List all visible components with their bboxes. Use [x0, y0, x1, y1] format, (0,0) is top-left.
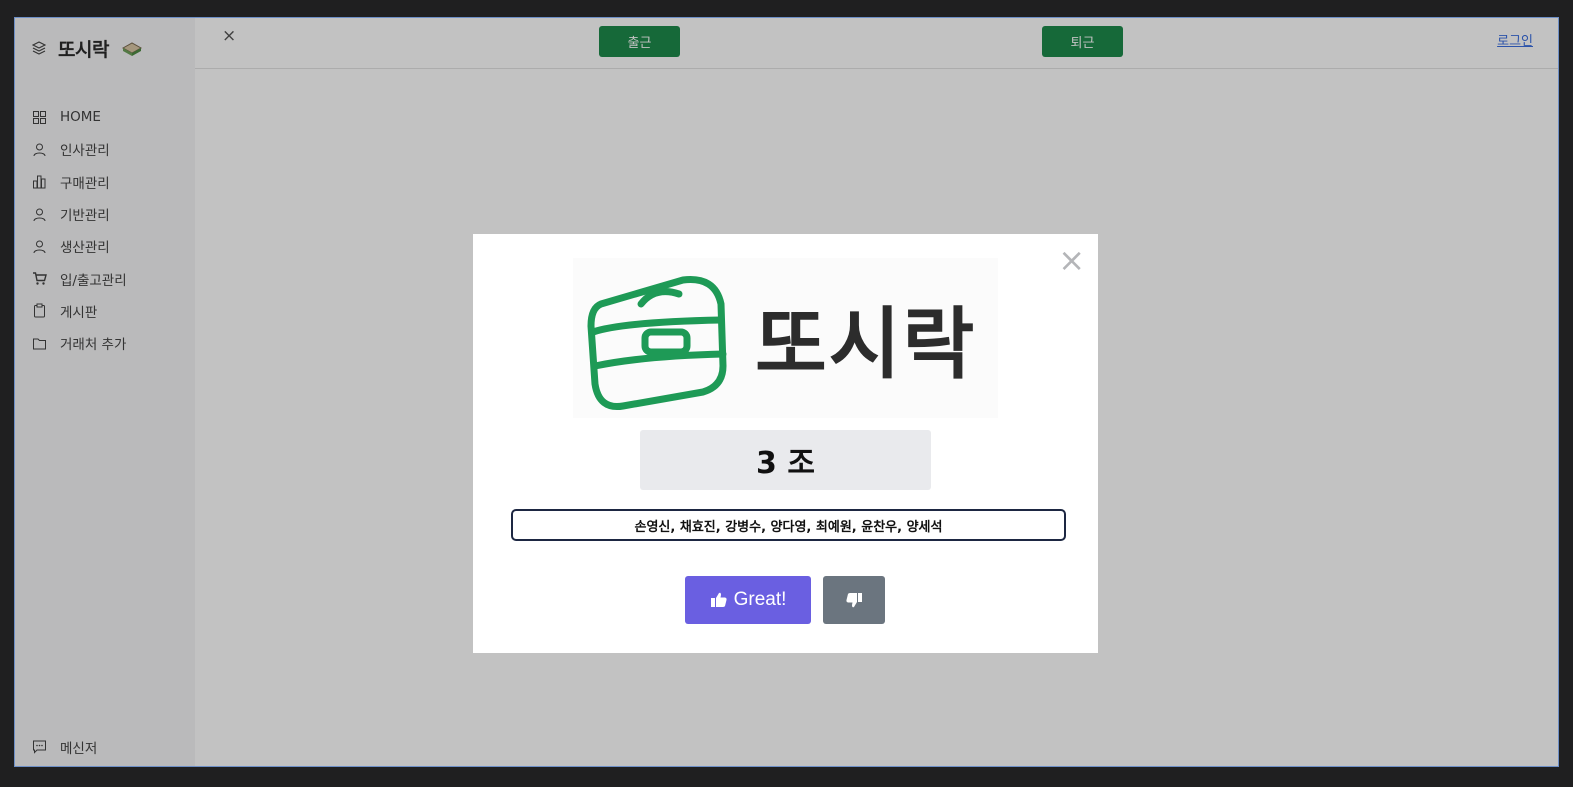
- modal-close-icon[interactable]: ×: [1058, 244, 1085, 276]
- team-label: 3 조: [640, 430, 931, 490]
- great-button[interactable]: Great!: [685, 576, 811, 624]
- dislike-button[interactable]: [823, 576, 885, 624]
- logo-banner: 또시락: [573, 258, 998, 418]
- great-button-label: Great!: [733, 589, 787, 610]
- logo-text: 또시락: [755, 300, 977, 390]
- team-members: 손영신, 채효진, 강병수, 양다영, 최예원, 윤찬우, 양세석: [511, 509, 1066, 541]
- thumbs-up-icon: [710, 592, 727, 607]
- lunchbox-logo-icon: [587, 276, 727, 411]
- team-modal: × 또시락 3 조 손영신, 채효진, 강병수, 양다영, 최예원, 윤찬우, …: [473, 234, 1098, 653]
- thumbs-down-icon: [846, 593, 862, 608]
